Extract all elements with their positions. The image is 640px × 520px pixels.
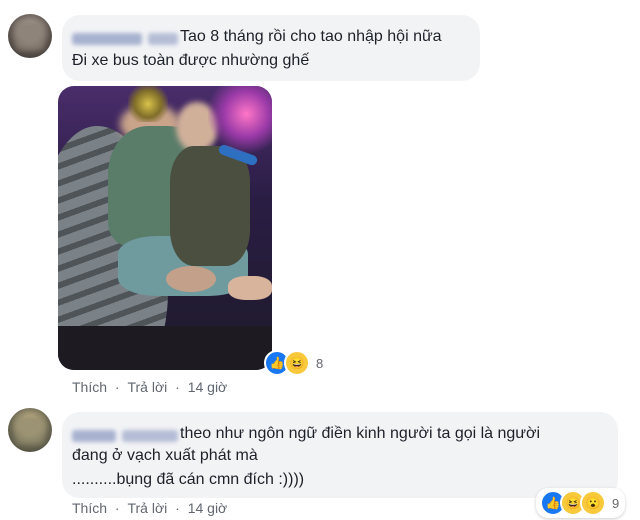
comment-text-line: theo như ngôn ngữ điền kinh người ta gọi… — [180, 425, 541, 442]
laughing-face-icon: 😆 — [284, 350, 310, 376]
like-link[interactable]: Thích — [72, 379, 107, 395]
blurred-author-name[interactable] — [72, 430, 116, 442]
reaction-count: 8 — [316, 355, 324, 371]
reply-link[interactable]: Trả lời — [127, 500, 167, 516]
reply-link[interactable]: Trả lời — [127, 379, 167, 395]
reaction-summary[interactable]: 👍 😆 😮 9 — [536, 488, 626, 518]
timestamp-link[interactable]: 14 giờ — [188, 379, 228, 395]
separator: · — [175, 379, 180, 395]
blurred-author-name-2[interactable] — [148, 33, 178, 45]
like-link[interactable]: Thích — [72, 500, 107, 516]
commenter-avatar[interactable] — [8, 408, 52, 452]
timestamp-link[interactable]: 14 giờ — [188, 500, 228, 516]
separator: · — [175, 500, 180, 516]
separator: · — [114, 379, 120, 395]
comment-actions: Thích · Trả lời · 14 giờ — [72, 500, 227, 516]
comment-text-line: Đi xe bus toàn được nhường ghế — [72, 52, 310, 69]
commenter-avatar[interactable] — [8, 14, 52, 58]
surprised-face-icon: 😮 — [580, 490, 606, 516]
reaction-summary[interactable]: 👍 😆 8 — [264, 350, 323, 376]
comment-photo[interactable] — [58, 86, 272, 370]
blurred-author-name[interactable] — [72, 33, 142, 45]
comment-text-line: Tao 8 tháng rồi cho tao nhập hội nữa — [180, 28, 442, 45]
comment-text-line: ..........bụng đã cán cmn đích :)))) — [72, 471, 305, 488]
reaction-count: 9 — [612, 495, 620, 511]
comment-bubble: theo như ngôn ngữ điền kinh người ta gọi… — [62, 412, 618, 498]
blurred-author-name-2[interactable] — [122, 430, 178, 442]
comment-bubble: Tao 8 tháng rồi cho tao nhập hội nữa Đi … — [62, 15, 480, 81]
comment-text-line: đang ở vạch xuất phát mà — [72, 447, 258, 464]
comment-actions: Thích · Trả lời · 14 giờ — [72, 379, 227, 395]
separator: · — [114, 500, 120, 516]
